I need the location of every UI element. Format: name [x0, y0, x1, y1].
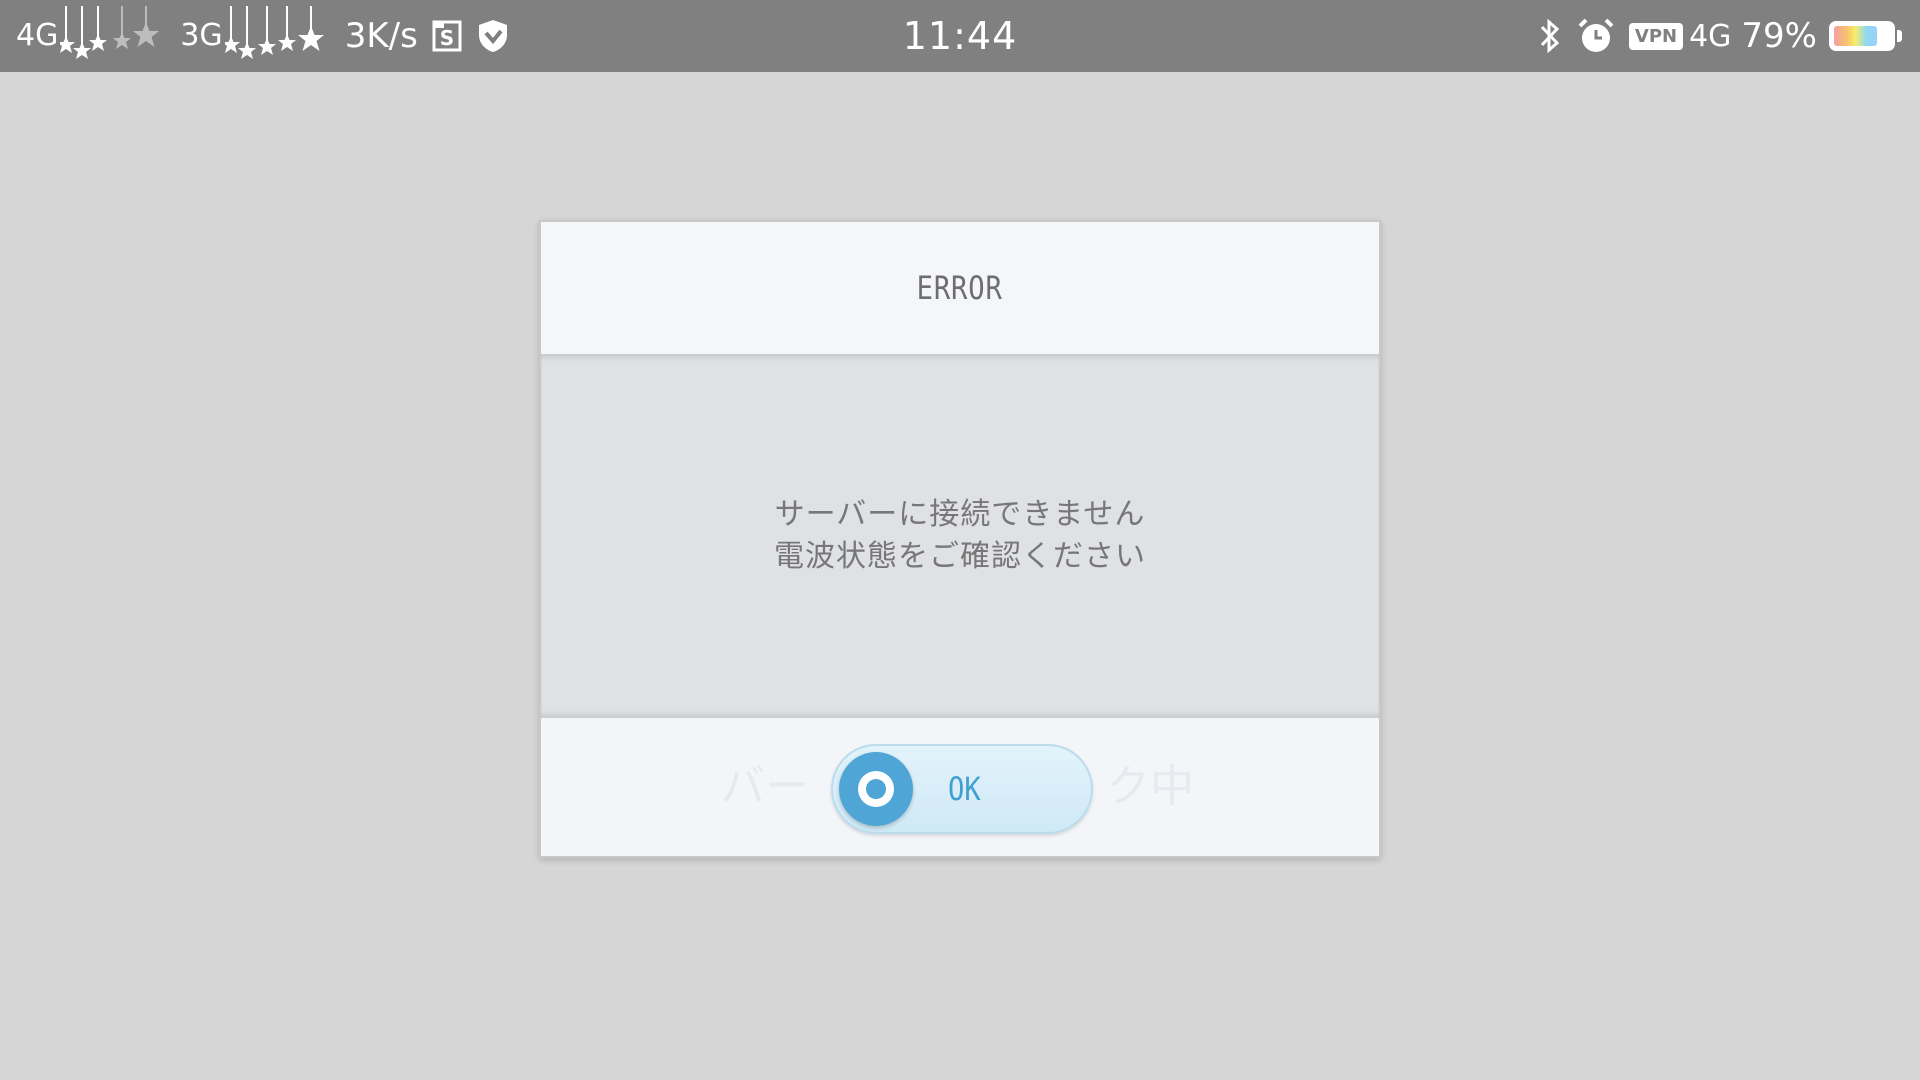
- error-message-line-2: 電波状態をご確認ください: [774, 539, 1146, 574]
- ok-button[interactable]: OK: [831, 744, 1093, 834]
- vpn-badge: VPN: [1628, 22, 1684, 50]
- stars-signal-icon: [57, 2, 170, 71]
- ok-button-label: OK: [948, 770, 981, 808]
- dialog-header: ERROR: [541, 222, 1379, 354]
- dialog-footer: バー ク中 OK: [541, 718, 1379, 856]
- alarm-icon: [1577, 17, 1615, 55]
- status-bar-left: 4G 3G 3K/s S: [16, 0, 524, 72]
- svg-text:S: S: [440, 26, 454, 50]
- error-dialog: ERROR サーバーに接続できません 電波状態をご確認ください バー ク中 OK: [539, 220, 1381, 858]
- battery-fill: [1834, 26, 1878, 46]
- background-faded-text-right: ク中: [1106, 761, 1194, 812]
- circle-icon: [839, 752, 913, 826]
- sim1-network-label: 4G: [16, 18, 59, 53]
- battery-cap: [1897, 30, 1902, 42]
- dialog-body: サーバーに接続できません 電波状態をご確認ください: [541, 354, 1379, 718]
- status-bar-right: VPN 4G 79%: [1537, 0, 1902, 72]
- bluetooth-icon: [1537, 17, 1563, 55]
- s-app-icon: S: [432, 20, 462, 52]
- screen: 4G 3G 3K/s S 11:44 VPN 4G 79% ERROR サーバー…: [0, 0, 1920, 1080]
- dialog-title: ERROR: [916, 269, 1004, 307]
- sim2-signal: 3G: [180, 0, 344, 72]
- data-network-label: 4G: [1689, 18, 1732, 54]
- error-message-line-1: サーバーに接続できません: [774, 497, 1146, 532]
- background-faded-text-left: バー: [721, 761, 809, 812]
- circle-icon-center: [866, 779, 886, 799]
- circle-icon-inner: [858, 771, 894, 807]
- net-speed: 3K/s: [344, 16, 418, 56]
- shield-icon: [476, 18, 510, 54]
- sim1-signal: 4G: [16, 0, 180, 72]
- sim2-network-label: 3G: [180, 18, 223, 53]
- stars-signal-icon: [221, 2, 335, 71]
- battery-percent: 79%: [1741, 16, 1817, 56]
- battery-icon: [1829, 21, 1895, 51]
- status-bar: 4G 3G 3K/s S 11:44 VPN 4G 79%: [0, 0, 1920, 72]
